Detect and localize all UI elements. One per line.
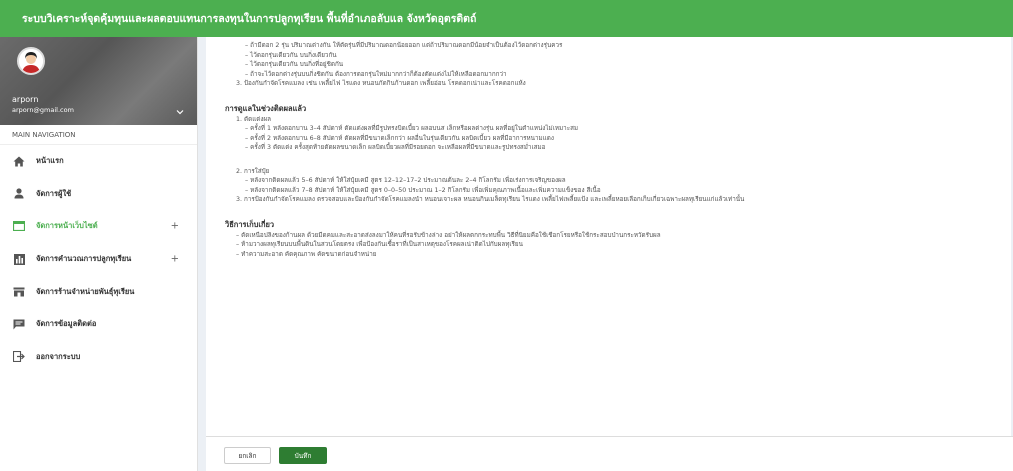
expand-icon[interactable]: + [171, 221, 179, 232]
text-line: – หลังจากติดผลแล้ว 5–6 สัปดาห์ ให้ใส่ปุ๋… [245, 177, 566, 184]
text-line: – ห้ามวางผลทุเรียนบนพื้นดินในสวนโดยตรง เ… [236, 241, 523, 248]
store-icon [13, 286, 25, 298]
text-line: – ครั้งที่ 1 หลังดอกบาน 3–4 สัปดาห์ ตัดแ… [245, 125, 579, 132]
text-line: – หลังจากติดผลแล้ว 7–8 สัปดาห์ ให้ใส่ปุ๋… [245, 186, 601, 194]
sidebar-item-logout[interactable]: ออกจากระบบ [0, 341, 197, 374]
sidebar-item-users[interactable]: จัดการผู้ใช้ [0, 178, 197, 211]
main-content: – ถ้ามีดอก 2 รุ่น ปริมาณต่างกัน ให้ตัดรุ… [206, 37, 1013, 471]
sidebar-item-label: จัดการร้านจำหน่ายพันธุ์ทุเรียน [36, 286, 135, 296]
sidebar-item-stores[interactable]: จัดการร้านจำหน่ายพันธุ์ทุเรียน [0, 275, 197, 308]
text-line: – ตัดเหนือปลิงของก้านผล ด้วยมีดคมและสะอา… [236, 231, 661, 239]
sidebar-item-website[interactable]: จัดการหน้าเว็บไซต์ + [0, 210, 197, 243]
text-line: – ไว้ดอกรุ่นเดียวกัน บนกิ่งเดียวกัน [245, 51, 337, 59]
expand-icon[interactable]: + [171, 254, 179, 265]
text-line: – ครั้งที่ 3 ตัดแต่ง ครั้งสุดท้ายตัดผลขน… [245, 144, 546, 151]
chat-icon [13, 318, 25, 330]
cancel-button[interactable]: ยกเลิก [224, 447, 271, 464]
chevron-down-icon[interactable] [176, 108, 184, 118]
section-heading: การดูแลในช่วงติดผลแล้ว [225, 103, 307, 113]
app-title: ระบบวิเคราะห์จุดคุ้มทุนและผลตอบแทนการลงท… [22, 13, 477, 25]
sidebar-item-label: จัดการคำนวณการปลูกทุเรียน [36, 254, 132, 264]
home-icon [13, 155, 25, 167]
text-line: 1. ตัดแต่งผล [236, 115, 271, 123]
top-bar: ระบบวิเคราะห์จุดคุ้มทุนและผลตอบแทนการลงท… [0, 0, 1013, 37]
text-line: 3. ป้องกันกำจัดโรคแมลง เช่น เพลี้ยไฟ ไรแ… [236, 80, 526, 87]
text-line: – ครั้งที่ 2 หลังดอกบาน 6–8 สัปดาห์ ตัดผ… [245, 134, 554, 142]
sidebar-item-label: ออกจากระบบ [36, 351, 81, 361]
sidebar-item-calculation[interactable]: จัดการคำนวณการปลูกทุเรียน + [0, 243, 197, 276]
text-line: – ทำความสะอาด คัดคุณภาพ คัดขนาดก่อนจำหน่… [236, 250, 377, 258]
text-line: 3. การป้องกันกำจัดโรคแมลง ตรวจสอบและป้อง… [236, 196, 745, 203]
person-icon [13, 188, 25, 200]
sidebar-item-label: จัดการผู้ใช้ [36, 188, 72, 198]
sidebar-item-label: หน้าแรก [36, 156, 64, 166]
user-email: arporn@gmail.com [12, 106, 74, 114]
sidebar: arporn arporn@gmail.com MAIN NAVIGATION … [0, 37, 198, 471]
text-line: 2. การใส่ปุ๋ย [236, 167, 270, 175]
window-icon [13, 220, 25, 232]
user-name: arporn [12, 95, 39, 104]
form-footer: ยกเลิก บันทึก [206, 436, 1013, 471]
user-panel: arporn arporn@gmail.com [0, 37, 197, 125]
save-button[interactable]: บันทึก [279, 447, 327, 464]
sidebar-item-label: จัดการข้อมูลติดต่อ [36, 319, 97, 329]
text-line: – ไว้ดอกรุ่นเดียวกัน บนกิ่งที่อยู่ชิดกัน [245, 61, 344, 68]
section-heading: วิธีการเก็บเกี่ยว [225, 219, 275, 229]
sidebar-item-contact[interactable]: จัดการข้อมูลติดต่อ [0, 308, 197, 341]
nav-header: MAIN NAVIGATION [0, 125, 197, 145]
text-line: – ถ้าจะไว้ดอกต่างรุ่นบนกิ่งชิดกัน ต้องกา… [245, 70, 507, 78]
chart-icon [13, 253, 25, 265]
content-card: – ถ้ามีดอก 2 รุ่น ปริมาณต่างกัน ให้ตัดรุ… [206, 37, 1011, 436]
avatar[interactable] [17, 47, 45, 75]
text-line: – ถ้ามีดอก 2 รุ่น ปริมาณต่างกัน ให้ตัดรุ… [245, 42, 563, 49]
logout-icon [13, 351, 25, 363]
sidebar-item-home[interactable]: หน้าแรก [0, 145, 197, 178]
sidebar-item-label: จัดการหน้าเว็บไซต์ [36, 221, 98, 231]
